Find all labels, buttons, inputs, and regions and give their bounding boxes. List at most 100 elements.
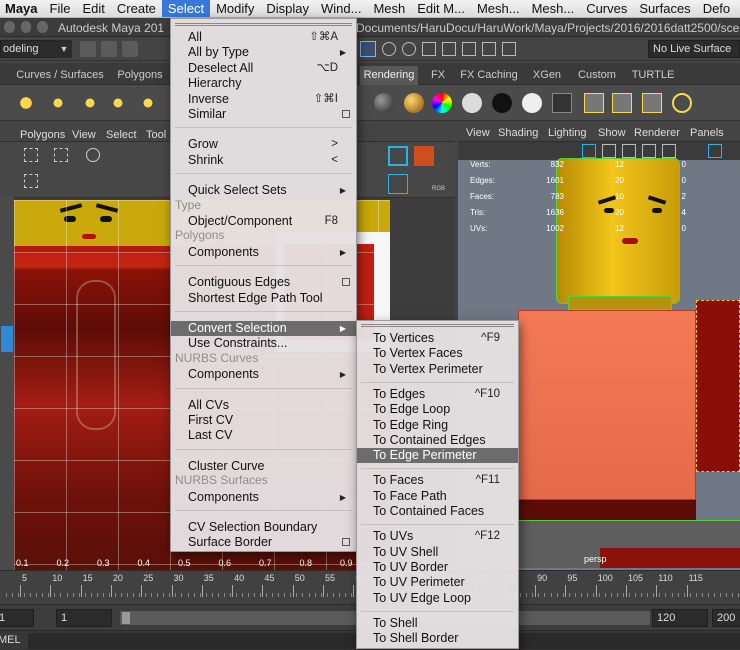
smooth-shade-icon[interactable] (602, 144, 616, 158)
menu-item-to-shell[interactable]: To Shell (357, 616, 518, 631)
menu-item-all-by-type[interactable]: All by Type ▶ (171, 45, 356, 60)
menu-item-all-cvs[interactable]: All CVs (171, 398, 356, 413)
wireframe-icon[interactable] (582, 144, 596, 158)
light-icon[interactable] (16, 93, 36, 113)
vp-menu-lighting[interactable]: Lighting (548, 127, 587, 139)
menu-item-components[interactable]: Components ▶ (171, 245, 356, 260)
menubar-item-mesh[interactable]: Mesh... (471, 0, 526, 17)
menubar-item-defo[interactable]: Defo (697, 0, 736, 17)
shelf-tab-fx-caching[interactable]: FX Caching (458, 66, 520, 85)
snap-point-icon[interactable] (422, 42, 436, 56)
shelf-tab-xgen[interactable]: XGen (524, 66, 570, 85)
menu-item-use-constraints[interactable]: Use Constraints... (171, 336, 356, 351)
apple-app-menu-maya[interactable]: Maya (0, 0, 44, 17)
menu-item-convert-selection[interactable]: Convert Selection ▶ (171, 321, 356, 336)
menu-item-cv-selection-boundary[interactable]: CV Selection Boundary (171, 520, 356, 535)
uv-select-icon[interactable] (24, 148, 38, 162)
mel-label[interactable]: MEL (0, 634, 21, 646)
save-scene-icon[interactable] (101, 41, 117, 57)
area-light-icon[interactable] (80, 93, 100, 113)
white-sphere-icon[interactable] (522, 93, 542, 113)
menu-item-to-vertex-faces[interactable]: To Vertex Faces (357, 346, 518, 361)
menu-item-quick-select-sets[interactable]: Quick Select Sets ▶ (171, 183, 356, 198)
start-time-field[interactable]: 1 (0, 609, 34, 627)
render-settings-icon[interactable] (584, 93, 604, 113)
hypershade-icon[interactable] (672, 93, 692, 113)
menu-item-deselect-all[interactable]: Deselect All ⌥D (171, 61, 356, 76)
menu-item-last-cv[interactable]: Last CV (171, 428, 356, 443)
black-sphere-icon[interactable] (492, 93, 512, 113)
select-by-component-icon[interactable] (360, 41, 376, 57)
menubar-item-edit-m[interactable]: Edit M... (411, 0, 471, 17)
directional-light-icon[interactable] (138, 93, 158, 113)
window-controls[interactable] (4, 21, 49, 34)
shelf-tab-turtle[interactable]: TURTLE (624, 66, 682, 85)
textured-icon[interactable] (622, 144, 636, 158)
history-icon[interactable] (482, 42, 496, 56)
playback-end-field[interactable]: 120 (652, 609, 708, 627)
shelf-tab-polygons[interactable]: Polygons (108, 66, 172, 85)
undo-icon[interactable] (122, 41, 138, 57)
option-box-icon[interactable] (342, 107, 350, 122)
menubar-item-curves[interactable]: Curves (580, 0, 633, 17)
menu-item-shortest-edge-path-tool[interactable]: Shortest Edge Path Tool (171, 291, 356, 306)
menu-item-to-uv-perimeter[interactable]: To UV Perimeter (357, 575, 518, 590)
uv-distortion-icon[interactable] (388, 174, 408, 194)
vp-menu-renderer[interactable]: Renderer (634, 127, 680, 139)
menubar-item-modify[interactable]: Modify (210, 0, 260, 17)
render-view-icon[interactable] (552, 93, 572, 113)
snap-grid-icon[interactable] (382, 42, 396, 56)
menu-item-grow[interactable]: Grow > (171, 137, 356, 152)
menu-item-cluster-curve[interactable]: Cluster Curve (171, 459, 356, 474)
menubar-item-edit[interactable]: Edit (76, 0, 110, 17)
menubar-item-create[interactable]: Create (111, 0, 162, 17)
chevron-down-icon[interactable]: ▼ (56, 40, 72, 58)
menubar-item-select[interactable]: Select (161, 0, 211, 17)
menu-item-similar[interactable]: Similar (171, 107, 356, 122)
vp-menu-shading[interactable]: Shading (498, 127, 538, 139)
menubar-item-file[interactable]: File (44, 0, 77, 17)
menu-item-to-face-path[interactable]: To Face Path (357, 489, 518, 504)
menu-item-to-uvs[interactable]: To UVs ^F12 (357, 529, 518, 544)
menu-item-to-uv-border[interactable]: To UV Border (357, 560, 518, 575)
option-box-icon[interactable] (342, 535, 350, 550)
open-scene-icon[interactable] (80, 41, 96, 57)
blinn-sphere-icon[interactable] (374, 93, 394, 113)
menubar-item-wind[interactable]: Wind... (315, 0, 367, 17)
lambert-sphere-icon[interactable] (462, 93, 482, 113)
uv-cut-icon[interactable] (24, 174, 38, 188)
phong-sphere-icon[interactable] (404, 93, 424, 113)
snap-curve-icon[interactable] (402, 42, 416, 56)
batch-render-icon[interactable] (642, 93, 662, 113)
uv-lattice-icon[interactable] (54, 148, 68, 162)
uv-tool-active-icon[interactable] (1, 326, 13, 352)
menubar-item-surfaces[interactable]: Surfaces (633, 0, 696, 17)
menu-item-inverse[interactable]: Inverse ⇧⌘I (171, 92, 356, 107)
live-surface-field[interactable]: No Live Surface (648, 40, 740, 58)
ipr-render-icon[interactable] (612, 93, 632, 113)
vp-menu-panels[interactable]: Panels (690, 127, 724, 139)
menu-tear-off[interactable] (361, 324, 514, 327)
menu-item-to-uv-edge-loop[interactable]: To UV Edge Loop (357, 591, 518, 606)
menu-item-all[interactable]: All ⇧⌘A (171, 30, 356, 45)
end-time-field[interactable]: 200 (712, 609, 740, 627)
isolate-icon[interactable] (708, 144, 722, 158)
lights-icon[interactable] (642, 144, 656, 158)
shelf-tab-rendering[interactable]: Rendering (360, 66, 418, 85)
shelf-tab-curves-surfaces[interactable]: Curves / Surfaces (16, 66, 104, 85)
shadows-icon[interactable] (662, 144, 676, 158)
menu-item-object-component[interactable]: Object/Component F8 (171, 214, 356, 229)
range-handle-left[interactable] (122, 612, 130, 624)
snap-surface-icon[interactable] (462, 42, 476, 56)
playback-start-field[interactable]: 1 (56, 609, 112, 627)
ramp-sphere-icon[interactable] (432, 93, 452, 113)
menu-item-to-shell-border[interactable]: To Shell Border (357, 631, 518, 646)
menu-item-components[interactable]: Components ▶ (171, 367, 356, 382)
menu-item-to-edges[interactable]: To Edges ^F10 (357, 387, 518, 402)
option-box-icon[interactable] (342, 275, 350, 290)
spot-light-icon[interactable] (48, 93, 68, 113)
menubar-item-mesh[interactable]: Mesh... (526, 0, 581, 17)
menu-item-to-edge-loop[interactable]: To Edge Loop (357, 402, 518, 417)
menu-item-to-contained-edges[interactable]: To Contained Edges (357, 433, 518, 448)
uv-flip-icon[interactable] (86, 148, 100, 162)
